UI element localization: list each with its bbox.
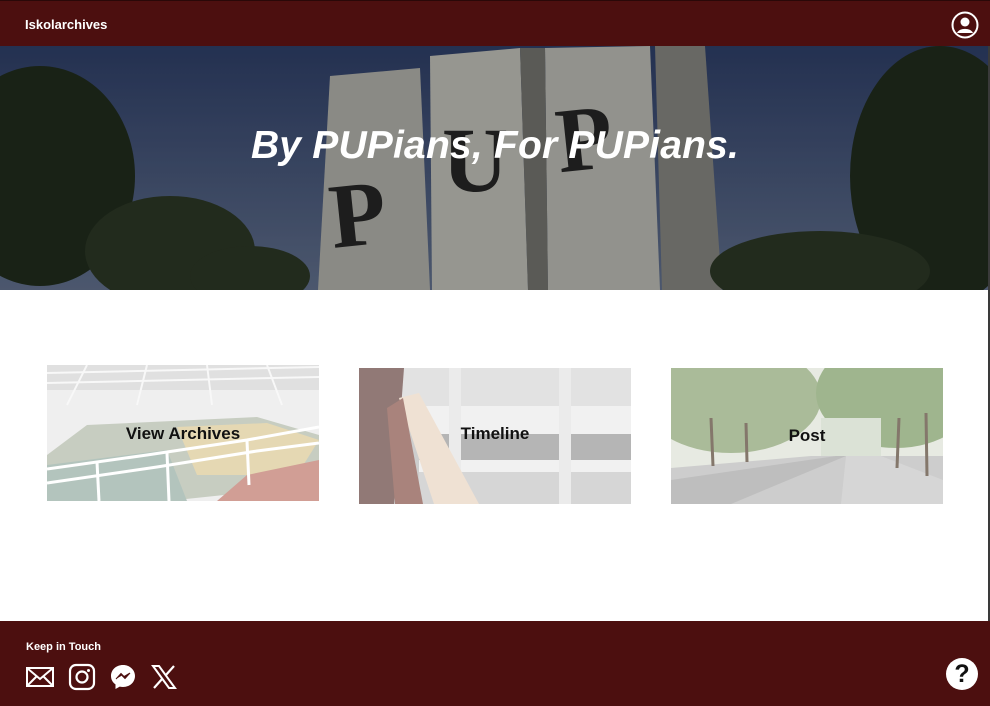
pup-monument-image: P U P	[0, 46, 990, 290]
timeline-card[interactable]: Timeline	[359, 368, 631, 504]
view-archives-label: View Archives	[125, 424, 241, 443]
x-icon[interactable]	[150, 663, 178, 691]
footer: Keep in Touch ?	[0, 621, 990, 706]
post-card[interactable]: Post	[671, 368, 943, 504]
hero-banner: P U P By PUPians, For PUPians.	[0, 46, 990, 290]
view-archives-card[interactable]: View Archives	[47, 365, 319, 501]
instagram-icon[interactable]	[68, 663, 96, 691]
user-circle-icon[interactable]	[951, 11, 979, 39]
help-button[interactable]: ?	[946, 658, 978, 690]
post-label: Post	[788, 426, 826, 445]
hero-title: By PUPians, For PUPians.	[250, 124, 740, 167]
footer-title: Keep in Touch	[26, 641, 101, 653]
messenger-icon[interactable]	[109, 663, 137, 691]
mail-icon[interactable]	[26, 663, 54, 691]
brand-name[interactable]: Iskolarchives	[25, 17, 107, 32]
timeline-label: Timeline	[460, 424, 530, 443]
top-navbar: Iskolarchives	[0, 0, 990, 46]
